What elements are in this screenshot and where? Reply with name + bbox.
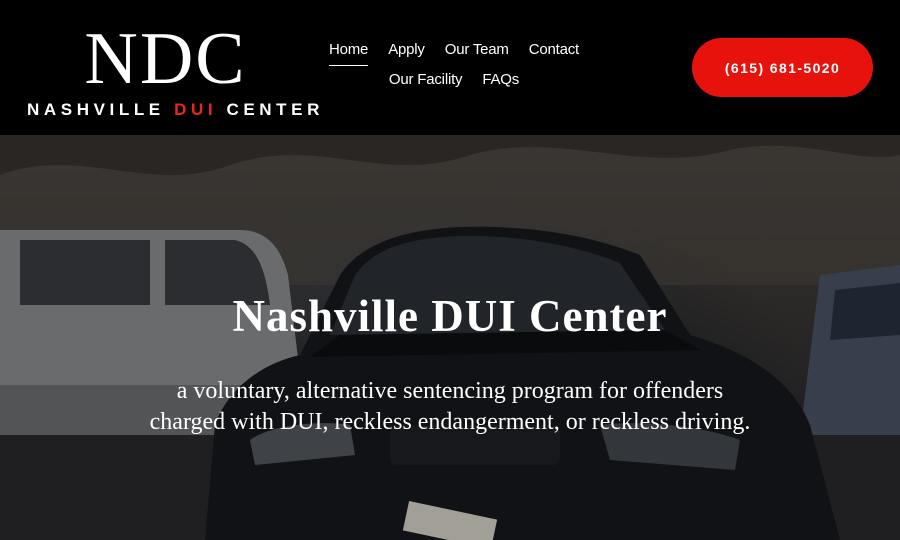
- nav-contact[interactable]: Contact: [529, 40, 579, 66]
- nav-home[interactable]: Home: [328, 40, 368, 66]
- phone-button[interactable]: (615) 681-5020: [692, 38, 873, 97]
- nav-row: Our Facility FAQs: [314, 70, 594, 95]
- main-nav: Home Apply Our Team Contact Our Facility…: [314, 40, 594, 100]
- nav-faqs[interactable]: FAQs: [482, 70, 519, 95]
- logo-wordmark-part: CENTER: [217, 100, 324, 119]
- logo-wordmark-part: NASHVILLE: [27, 100, 175, 119]
- logo-wordmark: NASHVILLE DUI CENTER: [27, 100, 319, 120]
- site-header: NDC NASHVILLE DUI CENTER Home Apply Our …: [0, 0, 900, 135]
- logo-wordmark-dui: DUI: [174, 100, 218, 119]
- hero-subtitle: a voluntary, alternative sentencing prog…: [149, 378, 751, 435]
- logo[interactable]: NDC NASHVILLE DUI CENTER: [27, 18, 319, 122]
- nav-our-facility[interactable]: Our Facility: [389, 70, 463, 95]
- nav-row: Home Apply Our Team Contact: [314, 40, 594, 66]
- hero: Nashville DUI Center a voluntary, altern…: [0, 135, 900, 540]
- nav-our-team[interactable]: Our Team: [445, 40, 509, 66]
- hero-title: Nashville DUI Center: [232, 291, 668, 341]
- nav-apply[interactable]: Apply: [388, 40, 425, 66]
- logo-mark: NDC: [84, 18, 247, 100]
